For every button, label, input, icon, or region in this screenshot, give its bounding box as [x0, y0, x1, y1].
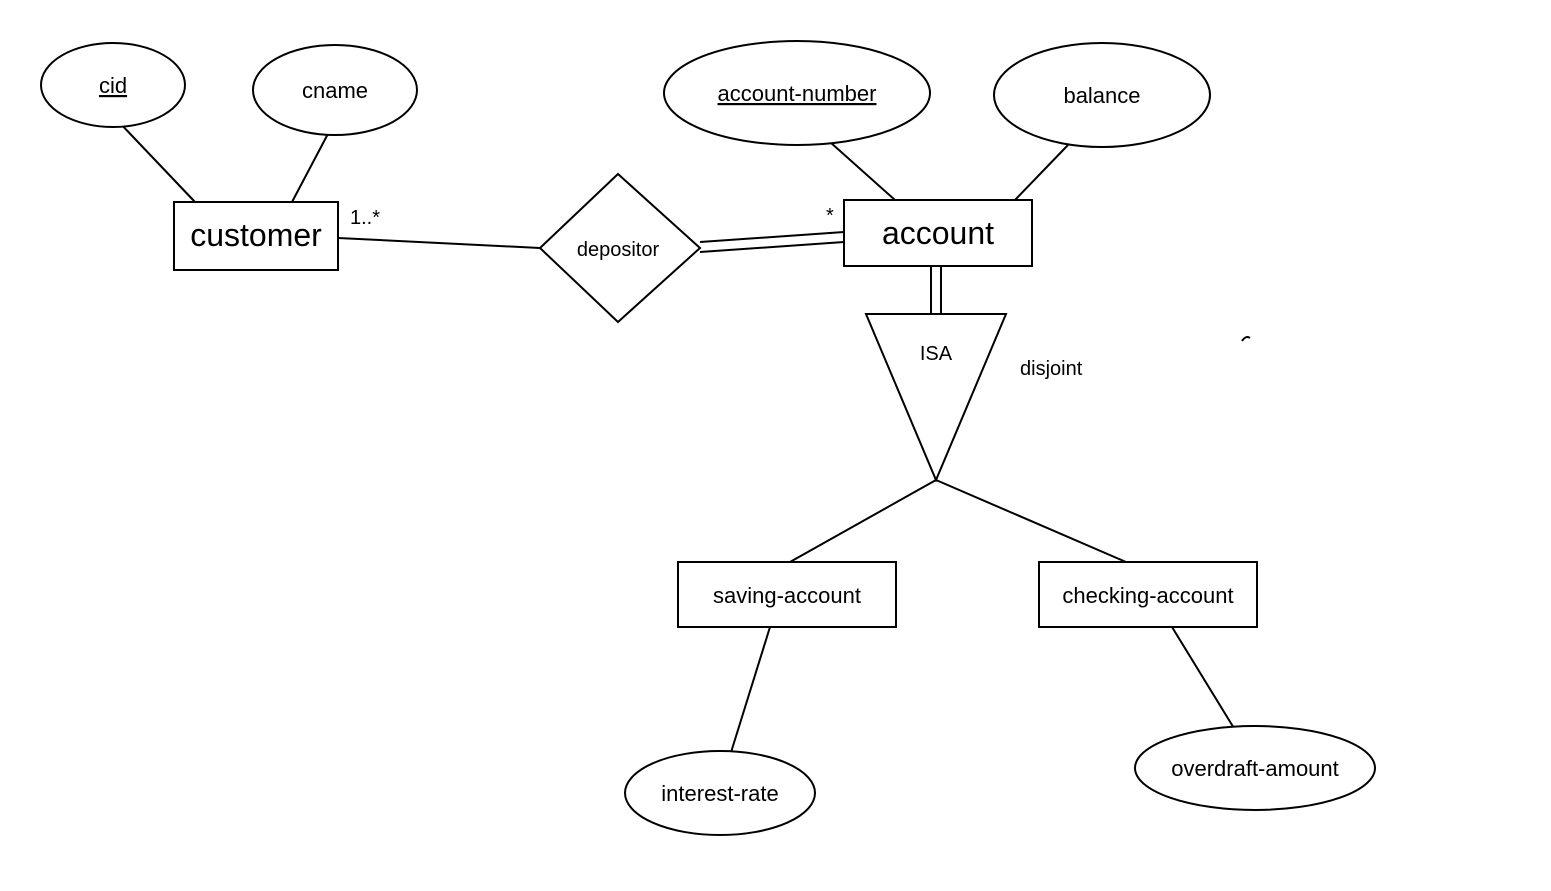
attribute-account-number: account-number [664, 41, 930, 145]
attribute-cname: cname [253, 45, 417, 135]
attribute-balance: balance [994, 43, 1210, 147]
attribute-overdraft-amount: overdraft-amount [1135, 726, 1375, 810]
entity-checking-account: checking-account [1039, 562, 1257, 627]
stray-mark [1242, 337, 1250, 341]
attribute-cid: cid [41, 43, 185, 127]
attr-label-cid: cid [99, 73, 127, 98]
edge-saving-interest [728, 627, 770, 762]
entity-customer: customer [174, 202, 338, 270]
attr-label-account-number: account-number [718, 81, 877, 106]
entity-label-saving-account: saving-account [713, 583, 861, 608]
edge-cname-customer [292, 130, 330, 202]
edge-depositor-account-1 [700, 232, 844, 242]
cardinality-customer: 1..* [350, 207, 380, 229]
isa-constraint-label: disjoint [1020, 358, 1083, 380]
entity-saving-account: saving-account [678, 562, 896, 627]
entity-label-checking-account: checking-account [1062, 583, 1233, 608]
edge-accountnumber-account [830, 142, 895, 200]
isa-triangle: ISA [866, 314, 1006, 480]
edge-checking-overdraft [1172, 627, 1240, 738]
attr-label-interest-rate: interest-rate [661, 781, 778, 806]
edge-isa-checking [936, 480, 1126, 562]
attribute-interest-rate: interest-rate [625, 751, 815, 835]
rel-label-depositor: depositor [577, 239, 660, 261]
edge-cid-customer [117, 120, 195, 202]
attr-label-cname: cname [302, 78, 368, 103]
entity-label-account: account [882, 215, 994, 251]
attr-label-balance: balance [1063, 83, 1140, 108]
edge-balance-account [1015, 145, 1068, 200]
edge-depositor-account-2 [700, 242, 844, 252]
cardinality-account: * [826, 205, 834, 227]
attr-label-overdraft-amount: overdraft-amount [1171, 756, 1339, 781]
er-diagram: 1..* * cid cname account-number balance [0, 0, 1551, 891]
edge-isa-saving [790, 480, 936, 562]
entity-label-customer: customer [190, 217, 322, 253]
entity-account: account [844, 200, 1032, 266]
edge-customer-depositor [338, 238, 540, 248]
isa-label: ISA [920, 343, 953, 365]
relationship-depositor: depositor [540, 174, 700, 322]
